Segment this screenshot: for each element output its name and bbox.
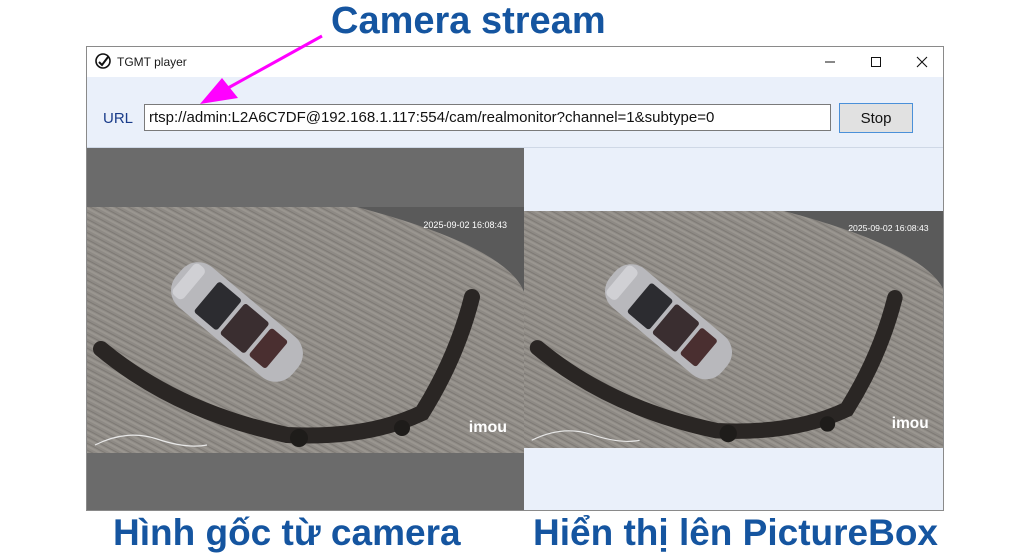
close-icon bbox=[916, 56, 928, 68]
original-video-panel: 2025-09-02 16:08:43 imou bbox=[87, 148, 524, 510]
minimize-button[interactable] bbox=[807, 47, 853, 77]
app-logo-icon bbox=[95, 53, 111, 69]
window-title: TGMT player bbox=[117, 55, 187, 69]
app-window: TGMT player URL Stop bbox=[86, 46, 944, 511]
title-bar: TGMT player bbox=[87, 47, 943, 77]
timestamp-picturebox: 2025-09-02 16:08:43 bbox=[848, 223, 929, 233]
url-input[interactable] bbox=[144, 104, 831, 131]
maximize-icon bbox=[871, 57, 881, 67]
stop-button[interactable]: Stop bbox=[839, 103, 913, 133]
picturebox-panel: 2025-09-02 16:08:43 imou bbox=[524, 148, 943, 510]
minimize-icon bbox=[825, 61, 835, 63]
watermark-original: imou bbox=[469, 419, 507, 436]
timestamp-original: 2025-09-02 16:08:43 bbox=[423, 220, 507, 230]
camera-frame-picturebox: 2025-09-02 16:08:43 imou bbox=[524, 211, 943, 448]
original-image-caption: Hình gốc từ camera bbox=[113, 512, 461, 553]
picturebox-caption: Hiển thị lên PictureBox bbox=[533, 512, 939, 553]
maximize-button[interactable] bbox=[853, 47, 899, 77]
watermark-picturebox: imou bbox=[892, 415, 929, 432]
camera-frame-original: 2025-09-02 16:08:43 imou bbox=[87, 207, 524, 453]
close-button[interactable] bbox=[899, 47, 943, 77]
url-label: URL bbox=[103, 110, 134, 127]
camera-stream-caption: Camera stream bbox=[331, 0, 606, 42]
